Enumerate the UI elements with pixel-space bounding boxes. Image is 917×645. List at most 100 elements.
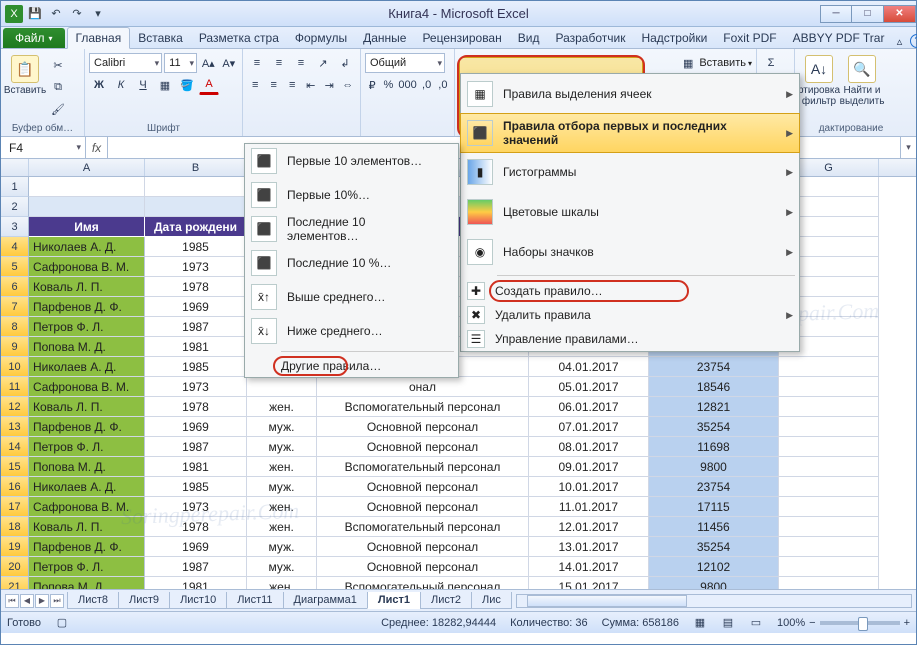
row-head[interactable]: 14 [1, 437, 29, 457]
cell[interactable]: 17115 [649, 497, 779, 517]
cell[interactable] [779, 437, 879, 457]
tab-home[interactable]: Главная [67, 27, 131, 49]
cell[interactable]: Николаев А. Д. [29, 477, 145, 497]
sheet-tab[interactable]: Лист9 [118, 592, 170, 609]
paste-button[interactable]: 📋 Вставить [5, 51, 45, 122]
cell[interactable]: Николаев А. Д. [29, 357, 145, 377]
view-layout-icon[interactable]: ▤ [721, 616, 735, 630]
cell[interactable]: Основной персонал [317, 537, 529, 557]
cell[interactable]: Вспомогательный персонал [317, 577, 529, 589]
cell[interactable]: Парфенов Д. Ф. [29, 417, 145, 437]
inc-decimal-icon[interactable]: ,0 [420, 75, 434, 95]
row-head[interactable]: 12 [1, 397, 29, 417]
cut-icon[interactable]: ✂ [48, 55, 68, 75]
cell[interactable]: 1987 [145, 437, 247, 457]
cell[interactable]: Коваль Л. П. [29, 397, 145, 417]
border-icon[interactable]: ▦ [155, 75, 175, 95]
bottom10-items[interactable]: ⬛Последние 10 элементов… [245, 212, 458, 246]
bold-icon[interactable]: Ж [89, 75, 109, 95]
sheet-tab[interactable]: Лист1 [367, 592, 421, 609]
cell[interactable] [779, 477, 879, 497]
row-head[interactable]: 17 [1, 497, 29, 517]
cell[interactable]: 13.01.2017 [529, 537, 649, 557]
file-tab[interactable]: Файл▾ [3, 28, 65, 48]
cell[interactable] [29, 197, 145, 217]
tab-review[interactable]: Рецензирован [414, 28, 509, 48]
fill-color-icon[interactable]: 🪣 [177, 75, 197, 95]
cell[interactable]: Попова М. Д. [29, 577, 145, 589]
cell[interactable] [779, 517, 879, 537]
cell[interactable]: 1969 [145, 417, 247, 437]
row-head[interactable]: 20 [1, 557, 29, 577]
cell[interactable]: 11.01.2017 [529, 497, 649, 517]
row-head[interactable]: 7 [1, 297, 29, 317]
underline-icon[interactable]: Ч [133, 75, 153, 95]
tab-addins[interactable]: Надстройки [633, 28, 715, 48]
view-break-icon[interactable]: ▭ [749, 616, 763, 630]
cf-manage-rules[interactable]: ☰Управление правилами… [461, 327, 799, 351]
cell[interactable]: 11698 [649, 437, 779, 457]
cell[interactable] [779, 557, 879, 577]
cell[interactable]: 10.01.2017 [529, 477, 649, 497]
cell[interactable]: 08.01.2017 [529, 437, 649, 457]
cell[interactable]: жен. [247, 397, 317, 417]
row-head[interactable]: 5 [1, 257, 29, 277]
cf-icon-sets[interactable]: ◉Наборы значков▶ [461, 232, 799, 272]
cell[interactable]: жен. [247, 577, 317, 589]
cell[interactable] [145, 177, 247, 197]
top10-pct[interactable]: ⬛Первые 10%… [245, 178, 458, 212]
cell[interactable]: 1981 [145, 337, 247, 357]
cell[interactable]: Имя [29, 217, 145, 237]
cell[interactable]: Петров Ф. Л. [29, 557, 145, 577]
tab-formulas[interactable]: Формулы [287, 28, 355, 48]
sheet-tab[interactable]: Лис [471, 592, 512, 609]
zoom-out-icon[interactable]: − [809, 617, 815, 629]
name-box[interactable]: F4 [1, 137, 86, 158]
cell[interactable]: жен. [247, 497, 317, 517]
zoom-in-icon[interactable]: + [904, 617, 910, 629]
row-head[interactable]: 11 [1, 377, 29, 397]
font-size-combo[interactable]: 11 [164, 53, 197, 73]
merge-icon[interactable]: ⇔ [340, 75, 357, 95]
cell[interactable] [29, 177, 145, 197]
cell[interactable]: 23754 [649, 477, 779, 497]
cf-top-bottom[interactable]: ⬛Правила отбора первых и последних значе… [460, 113, 800, 153]
cell[interactable] [779, 537, 879, 557]
percent-icon[interactable]: % [381, 75, 395, 95]
cell[interactable]: Основной персонал [317, 557, 529, 577]
sheet-tab[interactable]: Лист8 [67, 592, 119, 609]
cell[interactable]: Вспомогательный персонал [317, 517, 529, 537]
cell[interactable] [779, 577, 879, 589]
save-icon[interactable]: 💾 [26, 5, 44, 23]
row-head[interactable]: 3 [1, 217, 29, 237]
cell[interactable]: 11456 [649, 517, 779, 537]
align-center-icon[interactable]: ≡ [266, 75, 283, 95]
tab-abbyy[interactable]: ABBYY PDF Trar [785, 28, 893, 48]
cf-clear-rules[interactable]: ✖Удалить правила▶ [461, 303, 799, 327]
wrap-text-icon[interactable]: ↲ [335, 53, 355, 73]
indent-inc-icon[interactable]: ⇥ [321, 75, 338, 95]
view-normal-icon[interactable]: ▦ [693, 616, 707, 630]
cell[interactable]: 04.01.2017 [529, 357, 649, 377]
cell[interactable]: 1973 [145, 257, 247, 277]
bottom10-pct[interactable]: ⬛Последние 10 %… [245, 246, 458, 280]
horizontal-scrollbar[interactable] [516, 594, 912, 608]
row-head[interactable]: 8 [1, 317, 29, 337]
orientation-icon[interactable]: ↗ [313, 53, 333, 73]
number-format-combo[interactable]: Общий [365, 53, 445, 73]
cell[interactable]: Основной персонал [317, 477, 529, 497]
cell[interactable]: муж. [247, 437, 317, 457]
close-button[interactable]: ✕ [884, 5, 916, 23]
cell[interactable] [779, 377, 879, 397]
cell[interactable]: 18546 [649, 377, 779, 397]
cell[interactable]: 23754 [649, 357, 779, 377]
align-right-icon[interactable]: ≡ [284, 75, 301, 95]
find-select-button[interactable]: 🔍 Найти и выделить [842, 51, 882, 122]
zoom-slider[interactable] [820, 621, 900, 625]
row-head[interactable]: 19 [1, 537, 29, 557]
expand-formula-icon[interactable]: ▾ [900, 137, 916, 158]
tab-foxit[interactable]: Foxit PDF [715, 28, 784, 48]
grow-font-icon[interactable]: A▴ [199, 53, 218, 73]
align-mid-icon[interactable]: ≡ [269, 53, 289, 73]
cell[interactable]: 9800 [649, 457, 779, 477]
